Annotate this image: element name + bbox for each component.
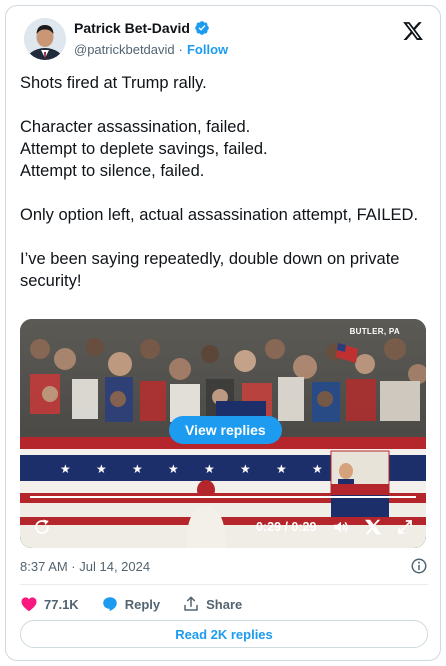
author-name[interactable]: Patrick Bet-David (74, 20, 190, 36)
x-logo-icon[interactable] (364, 518, 382, 536)
share-label: Share (206, 596, 243, 612)
svg-text:★: ★ (204, 462, 215, 476)
tweet-actions: 77.1K Reply Share (20, 592, 264, 616)
author-name-row: Patrick Bet-David (74, 20, 210, 36)
svg-text:★: ★ (132, 462, 143, 476)
share-icon (184, 596, 198, 611)
like-count: 77.1K (44, 596, 79, 612)
svg-text:★: ★ (96, 462, 107, 476)
svg-text:★: ★ (168, 462, 179, 476)
video-player[interactable]: ★★★ ★★★ ★★★ BUTLER, PA View replies (20, 319, 426, 548)
video-progress-fill (30, 496, 416, 498)
video-progress-bar[interactable] (30, 496, 416, 498)
fullscreen-icon[interactable] (396, 518, 414, 536)
tweet-card: Patrick Bet-David @patrickbetdavid · Fol… (5, 5, 441, 661)
reply-label: Reply (124, 596, 161, 612)
x-logo-icon[interactable] (402, 20, 424, 42)
tweet-text: Shots fired at Trump rally. Character as… (20, 74, 419, 290)
reply-button[interactable]: Reply (101, 595, 160, 613)
share-button[interactable]: Share (182, 595, 242, 613)
read-replies-button[interactable]: Read 2K replies (20, 620, 428, 648)
svg-text:★: ★ (312, 462, 323, 476)
like-button[interactable]: 77.1K (20, 595, 79, 613)
location-overlay: BUTLER, PA (349, 327, 400, 336)
tweet-timestamp[interactable]: 8:37 AM · Jul 14, 2024 (20, 559, 150, 574)
tweet-meta: 8:37 AM · Jul 14, 2024 (20, 557, 428, 577)
svg-text:★: ★ (60, 462, 71, 476)
svg-text:★: ★ (240, 462, 251, 476)
reply-bubble-icon (102, 597, 117, 612)
info-icon[interactable] (410, 557, 428, 575)
author-handle-row: @patrickbetdavid · Follow (74, 42, 228, 57)
volume-icon[interactable] (332, 518, 350, 536)
verified-badge-icon (195, 21, 209, 35)
replay-icon[interactable] (33, 518, 51, 536)
video-timecode: 0:29 / 0:29 (256, 520, 317, 534)
separator-dot: · (178, 42, 183, 57)
avatar[interactable] (24, 18, 66, 60)
heart-icon (21, 597, 37, 612)
author-handle[interactable]: @patrickbetdavid (74, 42, 175, 57)
view-replies-button[interactable]: View replies (169, 416, 282, 444)
svg-text:★: ★ (276, 462, 287, 476)
follow-button[interactable]: Follow (187, 42, 228, 57)
divider (20, 584, 428, 585)
